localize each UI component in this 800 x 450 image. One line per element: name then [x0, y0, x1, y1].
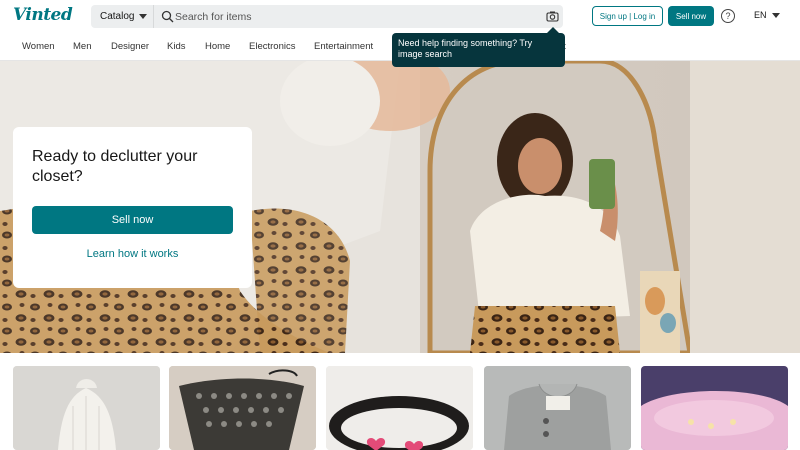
item-card-grey-sweatshirt[interactable]	[484, 366, 631, 450]
item-card-pink-tutu[interactable]	[641, 366, 788, 450]
nav-item-kids[interactable]: Kids	[167, 41, 185, 52]
top-header: Vinted Catalog Sign up | Log in Sell now…	[0, 0, 800, 33]
vinted-logo[interactable]: Vinted	[13, 5, 73, 25]
item-photo	[169, 366, 316, 450]
search-input[interactable]	[175, 7, 535, 26]
nav-item-entertainment[interactable]: Entertainment	[314, 41, 373, 52]
item-photo	[641, 366, 788, 450]
item-photo	[484, 366, 631, 450]
hero-card: Ready to declutter your closet? Sell now…	[13, 127, 252, 288]
help-icon[interactable]: ?	[721, 9, 735, 23]
nav-item-men[interactable]: Men	[73, 41, 91, 52]
catalog-dropdown[interactable]: Catalog	[91, 5, 154, 28]
search-bar: Catalog	[91, 5, 563, 28]
item-photo	[326, 366, 473, 450]
item-card-studded-bag[interactable]	[169, 366, 316, 450]
search-icon	[161, 10, 174, 23]
item-card-white-halter-top[interactable]	[13, 366, 160, 450]
hero-sell-now-button[interactable]: Sell now	[32, 206, 233, 234]
language-label: EN	[754, 10, 767, 20]
signup-login-button[interactable]: Sign up | Log in	[592, 6, 663, 26]
item-photo	[13, 366, 160, 450]
camera-icon[interactable]	[546, 10, 559, 23]
catalog-label: Catalog	[100, 11, 135, 22]
nav-item-women[interactable]: Women	[22, 41, 55, 52]
hero-banner: Ready to declutter your closet? Sell now…	[0, 61, 800, 353]
sell-now-header-button[interactable]: Sell now	[668, 6, 714, 26]
image-search-tooltip: Need help finding something? Try image s…	[392, 33, 565, 67]
hero-title: Ready to declutter your closet?	[32, 148, 198, 185]
nav-item-designer[interactable]: Designer	[111, 41, 149, 52]
nav-item-home[interactable]: Home	[205, 41, 230, 52]
chevron-down-icon	[771, 12, 780, 18]
chevron-down-icon	[139, 14, 148, 19]
item-card-belt[interactable]	[326, 366, 473, 450]
nav-item-electronics[interactable]: Electronics	[249, 41, 295, 52]
item-grid	[0, 366, 800, 450]
language-selector[interactable]: EN	[754, 10, 780, 20]
learn-how-it-works-link[interactable]: Learn how it works	[32, 248, 233, 262]
